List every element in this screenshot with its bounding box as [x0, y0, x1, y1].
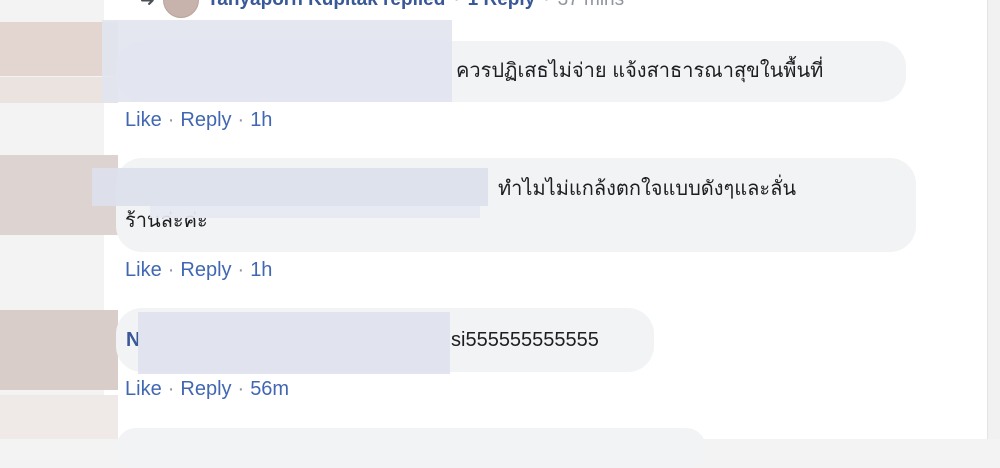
comment-bubble	[116, 428, 706, 468]
separator: ·	[543, 0, 549, 11]
separator: ·	[237, 109, 245, 131]
avatar-blurred	[0, 77, 118, 103]
reply-count[interactable]: 1 Reply	[468, 0, 536, 11]
separator: ·	[167, 259, 175, 281]
reply-link[interactable]: Reply	[180, 378, 231, 401]
scrollbar[interactable]	[987, 0, 1000, 439]
replies-summary[interactable]: ➜ Tanyaporn Kupitak replied · 1 Reply · …	[140, 0, 625, 18]
reply-arrow-icon: ➜	[140, 0, 155, 11]
separator: ·	[167, 109, 175, 131]
like-link[interactable]: Like	[125, 259, 162, 282]
like-link[interactable]: Like	[125, 378, 162, 401]
separator: ·	[237, 259, 245, 281]
comment-text: ควรปฏิเสธไม่จ่าย แจ้งสาธารณาสุขในพื้นที่	[456, 60, 824, 82]
separator: ·	[453, 0, 459, 11]
redacted-author	[92, 168, 488, 206]
redacted-author	[150, 206, 480, 218]
separator: ·	[167, 378, 175, 400]
timestamp-link[interactable]: 56m	[250, 378, 289, 401]
timestamp-link[interactable]: 1h	[250, 109, 272, 132]
comment-text: si555555555555	[451, 329, 599, 351]
redacted-author	[138, 312, 450, 374]
reply-link[interactable]: Reply	[180, 109, 231, 132]
comment-text: ทำไมไม่แกล้งตกใจแบบดังๆและลั่น	[498, 178, 797, 200]
avatar-blurred	[0, 395, 118, 439]
avatar-blurred	[0, 22, 118, 76]
replier-name[interactable]: Tanyaporn Kupitak replied	[207, 0, 445, 11]
timestamp-link[interactable]: 1h	[250, 259, 272, 282]
separator: ·	[237, 378, 245, 400]
reply-link[interactable]: Reply	[180, 259, 231, 282]
like-link[interactable]: Like	[125, 109, 162, 132]
comment-actions: Like · Reply · 56m	[125, 378, 289, 401]
reply-time: 37 mins	[558, 0, 625, 11]
redacted-author	[102, 20, 452, 102]
comment-actions: Like · Reply · 1h	[125, 109, 272, 132]
avatar-blurred	[0, 310, 118, 390]
comment-actions: Like · Reply · 1h	[125, 259, 272, 282]
